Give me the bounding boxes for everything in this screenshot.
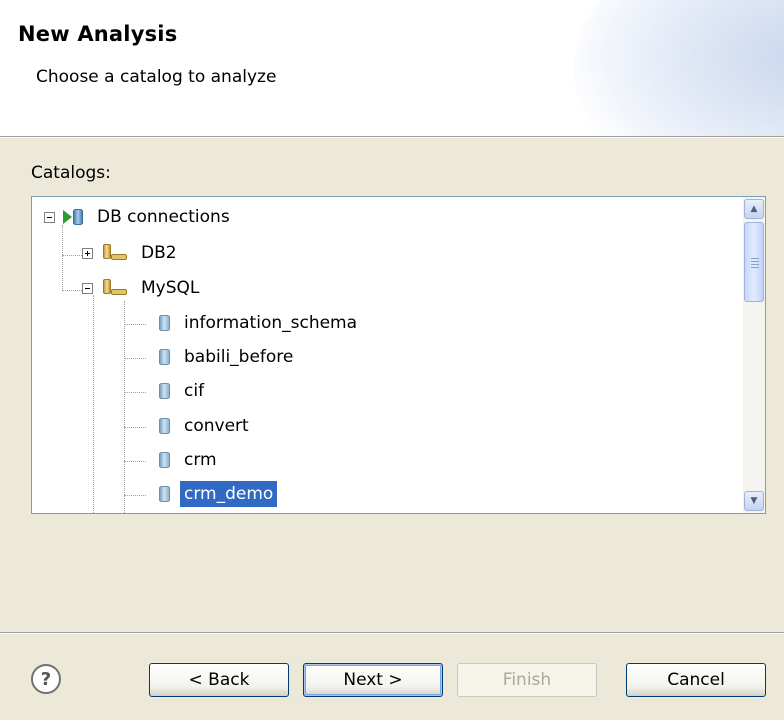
database-icon xyxy=(159,418,170,434)
scroll-up-button[interactable]: ▲ xyxy=(744,199,764,219)
cancel-button[interactable]: Cancel xyxy=(626,663,766,697)
tree-node-db2[interactable]: DB2 xyxy=(82,237,181,269)
header-separator-highlight xyxy=(0,137,784,138)
tree-connector xyxy=(124,495,146,496)
tree-node-catalog[interactable]: information_schema xyxy=(159,307,361,339)
catalogs-label: Catalogs: xyxy=(31,163,111,183)
tree-connector xyxy=(124,427,146,428)
next-button[interactable]: Next > xyxy=(303,663,443,697)
tree-node-label: MySQL xyxy=(141,278,200,298)
chevron-down-icon: ▼ xyxy=(750,496,758,506)
help-icon[interactable]: ? xyxy=(31,664,61,694)
server-icon xyxy=(101,244,133,262)
tree-connector xyxy=(124,392,146,393)
back-button[interactable]: < Back xyxy=(149,663,289,697)
finish-button[interactable]: Finish xyxy=(457,663,597,697)
catalog-tree[interactable]: DB connections DB2 MySQL information_sch… xyxy=(31,196,766,514)
scroll-down-button[interactable]: ▼ xyxy=(744,491,764,511)
tree-connector xyxy=(124,358,146,359)
tree-connector xyxy=(124,301,125,513)
collapse-icon[interactable] xyxy=(44,211,55,223)
tree-connector xyxy=(93,295,94,513)
tree-node-label: babili_before xyxy=(184,347,294,367)
database-icon xyxy=(159,452,170,468)
expand-icon[interactable] xyxy=(82,247,93,259)
database-icon xyxy=(159,486,170,502)
help-glyph: ? xyxy=(40,668,52,690)
tree-connector xyxy=(124,324,146,325)
tree-node-catalog[interactable]: cif xyxy=(159,375,208,407)
tree-node-label: cif xyxy=(184,381,205,401)
scroll-thumb[interactable] xyxy=(744,222,764,302)
database-icon xyxy=(159,383,170,399)
tree-node-label: DB connections xyxy=(97,207,230,227)
tree-connector xyxy=(62,290,82,291)
footer-separator-highlight xyxy=(0,633,784,634)
wizard-header: New Analysis Choose a catalog to analyze xyxy=(0,0,784,136)
tree-scrollbar[interactable]: ▲ ▼ xyxy=(743,197,765,513)
tree-node-label: convert xyxy=(184,416,249,436)
db-connections-icon xyxy=(63,208,85,226)
collapse-icon[interactable] xyxy=(82,282,93,294)
tree-node-label: crm xyxy=(184,450,217,470)
database-icon xyxy=(159,349,170,365)
tree-node-label: DB2 xyxy=(141,243,177,263)
tree-node-catalog[interactable]: convert xyxy=(159,410,253,442)
tree-node-db-connections[interactable]: DB connections xyxy=(44,201,234,233)
header-decoration xyxy=(574,0,784,136)
tree-connector xyxy=(124,461,146,462)
tree-node-label: information_schema xyxy=(184,313,358,333)
chevron-up-icon: ▲ xyxy=(750,204,758,214)
tree-node-mysql[interactable]: MySQL xyxy=(82,272,203,304)
server-icon xyxy=(101,279,133,297)
tree-node-label: crm_demo xyxy=(180,481,278,507)
tree-node-catalog[interactable]: crm xyxy=(159,444,221,476)
tree-node-catalog[interactable]: babili_before xyxy=(159,341,297,373)
tree-node-catalog-selected[interactable]: crm_demo xyxy=(159,478,278,510)
wizard-title: New Analysis xyxy=(18,22,178,46)
tree-connector xyxy=(62,225,63,291)
wizard-subtitle: Choose a catalog to analyze xyxy=(36,67,277,87)
database-icon xyxy=(159,315,170,331)
tree-connector xyxy=(62,255,82,256)
